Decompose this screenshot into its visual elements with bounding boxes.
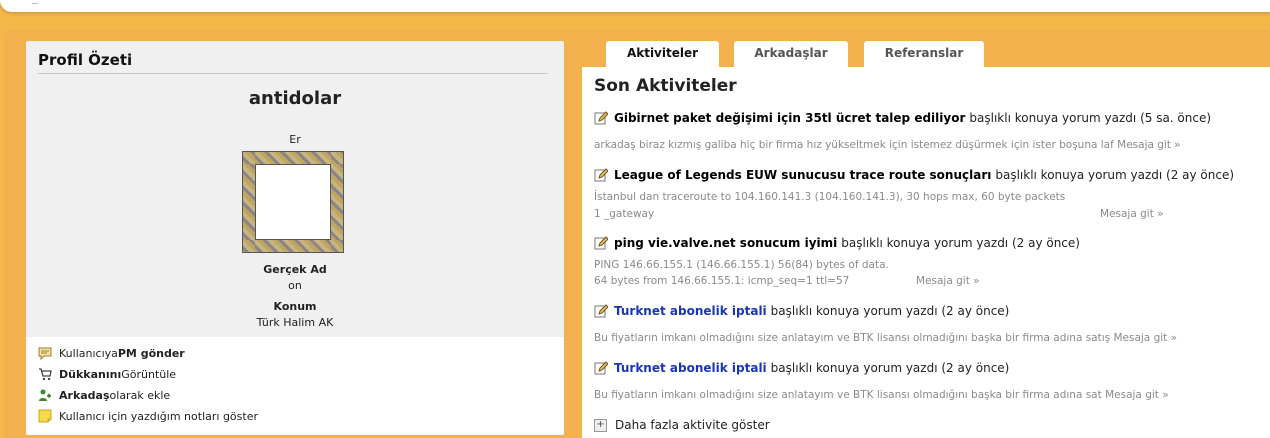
activity-item: League of Legends EUW sunucusu trace rou… xyxy=(594,168,1234,182)
pencil-icon xyxy=(594,304,609,318)
cart-icon xyxy=(38,367,52,381)
activity-snippet: İstanbul dan traceroute to 104.160.141.3… xyxy=(594,191,1066,203)
add-friend-icon xyxy=(38,388,52,402)
activity-suffix: başlıklı konuya yorum yazdı (2 ay önce) xyxy=(770,361,1010,375)
tab-friends[interactable]: Arkadaşlar xyxy=(734,41,848,68)
activity-item: ping vie.valve.net sonucum iyimi başlıkl… xyxy=(594,236,1080,250)
activity-snippet[interactable]: Bu fiyatların imkanı olmadığını size anl… xyxy=(594,389,1169,401)
view-shop-bold: Dükkanını xyxy=(59,367,122,381)
go-to-message-link[interactable]: Mesaja git » xyxy=(916,275,980,287)
show-notes-text: Kullanıcı için yazdığım notları göster xyxy=(59,409,258,423)
activity-item: Gibirnet paket değişimi için 35tl ücret … xyxy=(594,111,1211,125)
header-edge-mark xyxy=(32,0,38,4)
tab-activities[interactable]: Aktiviteler xyxy=(606,41,719,68)
show-more-activity-button[interactable]: + Daha fazla aktivite göster xyxy=(594,418,770,432)
location-value: Türk Halim AK xyxy=(256,316,334,329)
profile-actions: Kullanıcıya PM gönder Dükkanını Görüntül… xyxy=(26,337,564,435)
activity-snippet-line2: 64 bytes from 146.66.155.1: icmp_seq=1 t… xyxy=(594,275,850,287)
note-icon xyxy=(38,409,52,423)
activity-item: Turknet abonelik iptali başlıklı konuya … xyxy=(594,361,1009,375)
avatar[interactable] xyxy=(243,152,343,252)
activity-topic-link[interactable]: League of Legends EUW sunucusu trace rou… xyxy=(614,168,991,182)
activity-suffix: başlıklı konuya yorum yazdı (2 ay önce) xyxy=(770,304,1010,318)
show-more-label: Daha fazla aktivite göster xyxy=(615,418,770,432)
activity-topic-link[interactable]: ping vie.valve.net sonucum iyimi xyxy=(614,236,837,250)
activity-panel: Son Aktiviteler Gibirnet paket değişimi … xyxy=(582,67,1270,438)
activity-title: Son Aktiviteler xyxy=(594,76,737,96)
view-shop-link[interactable]: Dükkanını Görüntüle xyxy=(38,367,176,381)
location-label: Konum xyxy=(273,300,317,313)
real-name-label: Gerçek Ad xyxy=(263,263,327,276)
send-pm-text: Kullanıcıya xyxy=(59,346,118,360)
message-icon xyxy=(38,346,52,361)
activity-suffix: başlıklı konuya yorum yazdı (2 ay önce) xyxy=(841,236,1080,250)
show-notes-link[interactable]: Kullanıcı için yazdığım notları göster xyxy=(38,409,258,423)
activity-suffix: başlıklı konuya yorum yazdı (5 sa. önce) xyxy=(969,111,1212,125)
activity-snippet[interactable]: Bu fiyatların imkanı olmadığını size anl… xyxy=(594,332,1177,344)
add-friend-link[interactable]: Arkadaş olarak ekle xyxy=(38,388,170,402)
gender-label: Er xyxy=(289,133,301,146)
activity-topic-link[interactable]: Gibirnet paket değişimi için 35tl ücret … xyxy=(614,111,965,125)
add-friend-bold: Arkadaş xyxy=(59,388,110,402)
activity-topic-link[interactable]: Turknet abonelik iptali xyxy=(614,361,767,375)
add-friend-text: olarak ekle xyxy=(109,388,171,402)
send-pm-link[interactable]: Kullanıcıya PM gönder xyxy=(38,346,185,361)
activity-suffix: başlıklı konuya yorum yazdı (2 ay önce) xyxy=(995,168,1235,182)
pencil-icon xyxy=(594,361,609,375)
activity-snippet[interactable]: arkadaş biraz kızmış galiba hiç bir firm… xyxy=(594,139,1181,151)
tab-references[interactable]: Referanslar xyxy=(864,41,984,68)
activity-topic-link[interactable]: Turknet abonelik iptali xyxy=(614,304,767,318)
pencil-icon xyxy=(594,111,609,125)
activity-item: Turknet abonelik iptali başlıklı konuya … xyxy=(594,304,1009,318)
profile-summary-title: Profil Özeti xyxy=(38,51,548,74)
pencil-icon xyxy=(594,236,609,250)
pencil-icon xyxy=(594,168,609,182)
username: antidolar xyxy=(248,88,342,109)
profile-summary-panel: Profil Özeti antidolar Er Gerçek Ad on K… xyxy=(26,41,564,435)
send-pm-bold: PM gönder xyxy=(117,346,185,360)
go-to-message-link[interactable]: Mesaja git » xyxy=(1100,208,1164,220)
top-header-bar xyxy=(0,0,1270,12)
activity-snippet-line2: 1 _gateway xyxy=(594,208,655,220)
real-name-value: on xyxy=(288,279,302,292)
activity-snippet: PING 146.66.155.1 (146.66.155.1) 56(84) … xyxy=(594,259,889,271)
plus-icon: + xyxy=(594,418,607,432)
view-shop-text: Görüntüle xyxy=(121,367,177,381)
